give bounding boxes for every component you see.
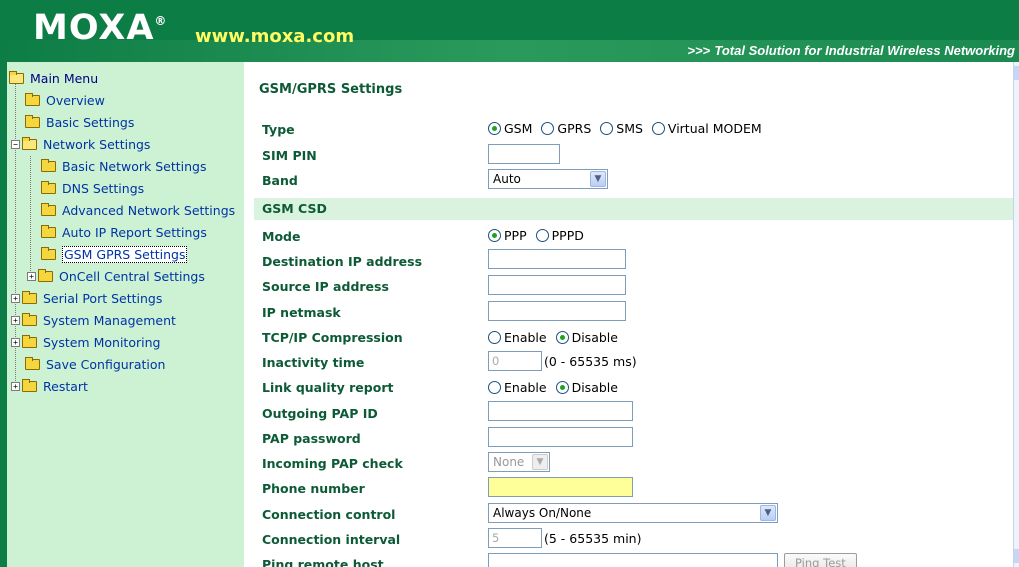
- sidebar-item-main-menu[interactable]: Main Menu: [9, 68, 98, 88]
- chevron-down-icon: ▼: [760, 505, 776, 521]
- pap-password-label: PAP password: [262, 431, 361, 446]
- link-quality-enable-radio[interactable]: [488, 381, 501, 394]
- folder-icon: [41, 202, 56, 216]
- type-radio-group: GSM GPRS SMS Virtual MODEM: [488, 121, 771, 136]
- scroll-up-arrow[interactable]: [1014, 66, 1019, 80]
- site-url[interactable]: www.moxa.com: [195, 26, 354, 47]
- ip-netmask-label: IP netmask: [262, 305, 341, 320]
- link-quality-label: Link quality report: [262, 380, 394, 395]
- collapse-icon[interactable]: −: [11, 139, 20, 149]
- incoming-pap-check-label: Incoming PAP check: [262, 456, 403, 471]
- settings-panel: GSM/GPRS Settings Type GSM GPRS SMS Virt…: [244, 62, 1013, 567]
- folder-icon: [22, 290, 37, 304]
- folder-icon: [25, 356, 40, 370]
- connection-control-select[interactable]: Always On/None ▼: [488, 503, 778, 523]
- moxa-logo: MOXA®: [33, 8, 168, 48]
- sidebar-item-network-settings[interactable]: − Network Settings: [11, 134, 150, 154]
- sidebar-item-save-configuration[interactable]: Save Configuration: [25, 354, 165, 374]
- folder-icon: [41, 158, 56, 172]
- folder-open-icon: [9, 70, 24, 84]
- tcpip-compression-label: TCP/IP Compression: [262, 330, 403, 345]
- band-select[interactable]: Auto ▼: [488, 169, 608, 189]
- type-gprs-radio[interactable]: [541, 122, 555, 135]
- folder-icon: [41, 180, 56, 194]
- sidebar-item-overview[interactable]: Overview: [25, 90, 105, 110]
- band-label: Band: [262, 173, 298, 188]
- destination-ip-label: Destination IP address: [262, 254, 423, 269]
- sidebar-item-restart[interactable]: + Restart: [11, 376, 88, 396]
- scroll-down-arrow[interactable]: [1014, 549, 1019, 563]
- compression-disable-radio[interactable]: [555, 331, 569, 344]
- source-ip-label: Source IP address: [262, 279, 389, 294]
- sidebar-item-basic-settings[interactable]: Basic Settings: [25, 112, 134, 132]
- expand-icon[interactable]: +: [11, 381, 20, 391]
- phone-number-label: Phone number: [262, 481, 365, 496]
- compression-enable-radio[interactable]: [488, 331, 501, 344]
- sidebar-menu: Main Menu Overview Basic Settings − Netw…: [0, 62, 244, 567]
- sidebar-item-gsm-gprs-settings[interactable]: GSM GPRS Settings: [41, 244, 188, 264]
- folder-icon: [38, 268, 53, 282]
- tree-connector: [30, 156, 31, 273]
- connection-interval-label: Connection interval: [262, 532, 401, 547]
- gsm-csd-section-header: GSM CSD: [254, 198, 1013, 220]
- sidebar-item-system-management[interactable]: + System Management: [11, 310, 176, 330]
- sidebar-item-serial-port-settings[interactable]: + Serial Port Settings: [11, 288, 162, 308]
- connection-control-label: Connection control: [262, 507, 396, 522]
- sidebar-item-auto-ip-report-settings[interactable]: Auto IP Report Settings: [41, 222, 207, 242]
- chevron-down-icon: ▼: [532, 454, 548, 470]
- ping-remote-host-input[interactable]: [488, 553, 778, 567]
- sidebar-item-system-monitoring[interactable]: + System Monitoring: [11, 332, 160, 352]
- chevron-down-icon: ▼: [590, 171, 606, 187]
- source-ip-input[interactable]: [488, 275, 626, 295]
- header-banner: MOXA® www.moxa.com >>> Total Solution for…: [0, 0, 1019, 62]
- connection-interval-range: (5 - 65535 min): [544, 530, 642, 546]
- sidebar-item-oncell-central-settings[interactable]: + OnCell Central Settings: [27, 266, 205, 286]
- expand-icon[interactable]: +: [11, 315, 20, 325]
- sidebar-item-advanced-network-settings[interactable]: Advanced Network Settings: [41, 200, 235, 220]
- outgoing-pap-id-input[interactable]: [488, 401, 633, 421]
- expand-icon[interactable]: +: [27, 271, 36, 281]
- page-title: GSM/GPRS Settings: [259, 82, 403, 97]
- type-gsm-radio[interactable]: [488, 122, 501, 135]
- sim-pin-label: SIM PIN: [262, 148, 317, 163]
- phone-number-input[interactable]: [488, 477, 633, 497]
- pap-password-input[interactable]: [488, 427, 633, 447]
- type-label: Type: [262, 122, 295, 137]
- folder-icon: [22, 334, 37, 348]
- mode-label: Mode: [262, 229, 301, 244]
- ip-netmask-input[interactable]: [488, 301, 626, 321]
- inactivity-time-label: Inactivity time: [262, 355, 365, 370]
- tagline: >>> Total Solution for Industrial Wireles…: [687, 43, 1015, 58]
- mode-ppp-radio[interactable]: [488, 229, 501, 242]
- ping-remote-host-label: Ping remote host: [262, 557, 384, 567]
- link-quality-disable-radio[interactable]: [555, 381, 569, 394]
- destination-ip-input[interactable]: [488, 249, 626, 269]
- folder-icon: [25, 92, 40, 106]
- folder-icon: [22, 378, 37, 392]
- vertical-scrollbar[interactable]: [1013, 62, 1019, 567]
- ping-test-button[interactable]: Ping Test: [784, 553, 857, 567]
- connection-interval-input[interactable]: 5: [488, 528, 542, 548]
- folder-icon: [41, 224, 56, 238]
- mode-pppd-radio[interactable]: [535, 229, 549, 242]
- type-virtual-modem-radio[interactable]: [651, 122, 665, 135]
- expand-icon[interactable]: +: [11, 293, 20, 303]
- sidebar-item-basic-network-settings[interactable]: Basic Network Settings: [41, 156, 207, 176]
- sidebar-item-dns-settings[interactable]: DNS Settings: [41, 178, 144, 198]
- incoming-pap-check-select[interactable]: None ▼: [488, 452, 550, 472]
- expand-icon[interactable]: +: [11, 337, 20, 347]
- folder-icon: [25, 114, 40, 128]
- inactivity-time-input[interactable]: 0: [488, 351, 542, 371]
- outgoing-pap-id-label: Outgoing PAP ID: [262, 406, 378, 421]
- sim-pin-input[interactable]: [488, 144, 560, 164]
- folder-icon: [22, 312, 37, 326]
- inactivity-time-range: (0 - 65535 ms): [544, 353, 637, 369]
- folder-open-icon: [22, 136, 37, 150]
- folder-icon: [41, 246, 56, 260]
- type-sms-radio[interactable]: [600, 122, 614, 135]
